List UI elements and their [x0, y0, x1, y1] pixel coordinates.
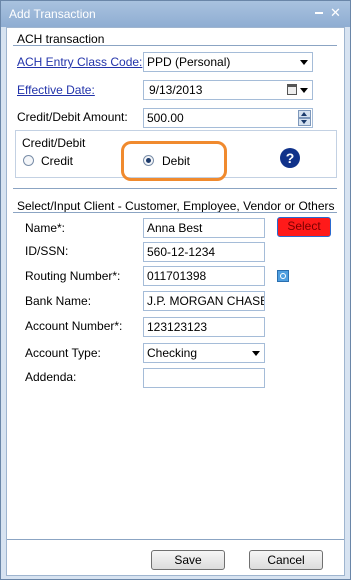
- section-divider: [13, 45, 337, 46]
- debit-radio[interactable]: [143, 155, 154, 166]
- help-icon[interactable]: ?: [280, 148, 300, 168]
- entry-class-select[interactable]: PPD (Personal): [143, 52, 313, 72]
- title-bar[interactable]: Add Transaction ✕: [1, 1, 350, 27]
- routing-number-label: Routing Number*:: [25, 269, 121, 283]
- search-icon[interactable]: [277, 270, 289, 282]
- client-section-title: Select/Input Client - Customer, Employee…: [17, 199, 335, 213]
- section-divider: [13, 212, 337, 213]
- account-type-select[interactable]: Checking: [143, 343, 265, 363]
- id-ssn-label: ID/SSN:: [25, 244, 69, 258]
- bank-name-label: Bank Name:: [25, 294, 92, 308]
- addenda-label: Addenda:: [25, 370, 77, 384]
- account-type-value: Checking: [147, 346, 198, 360]
- footer-divider: [7, 539, 344, 540]
- spin-buttons[interactable]: [298, 110, 311, 126]
- name-field[interactable]: Anna Best: [143, 218, 265, 238]
- ach-section-title: ACH transaction: [17, 32, 105, 46]
- close-button[interactable]: ✕: [330, 5, 341, 21]
- account-number-label: Account Number*:: [25, 319, 123, 333]
- effective-date-picker[interactable]: 9/13/2013: [143, 80, 313, 100]
- entry-class-label[interactable]: ACH Entry Class Code:: [17, 55, 142, 69]
- id-ssn-field[interactable]: 560-12-1234: [143, 242, 265, 262]
- amount-label: Credit/Debit Amount:: [17, 110, 128, 124]
- save-button[interactable]: Save: [151, 550, 225, 570]
- routing-number-value: 011701398: [147, 269, 207, 283]
- add-transaction-window: Add Transaction ✕ ACH transaction ACH En…: [0, 0, 351, 580]
- minimize-button[interactable]: [315, 12, 323, 14]
- cancel-button[interactable]: Cancel: [249, 550, 323, 570]
- credit-debit-title: Credit/Debit: [22, 136, 86, 150]
- spin-up-icon[interactable]: [298, 110, 311, 118]
- addenda-field[interactable]: [143, 368, 265, 388]
- select-client-button[interactable]: Select: [277, 217, 331, 237]
- name-value: Anna Best: [147, 221, 203, 235]
- effective-date-value: 9/13/2013: [149, 83, 203, 97]
- dialog-body: ACH transaction ACH Entry Class Code: PP…: [6, 27, 345, 576]
- chevron-down-icon[interactable]: [300, 88, 308, 93]
- credit-radio[interactable]: [23, 155, 34, 166]
- effective-date-label[interactable]: Effective Date:: [17, 83, 95, 97]
- name-label: Name*:: [25, 221, 66, 235]
- credit-label[interactable]: Credit: [41, 154, 73, 168]
- window-title: Add Transaction: [9, 7, 96, 21]
- amount-stepper[interactable]: 500.00: [143, 108, 313, 128]
- bank-name-value: J.P. MORGAN CHASE B: [147, 294, 265, 308]
- entry-class-value: PPD (Personal): [147, 55, 231, 69]
- calendar-icon[interactable]: [287, 84, 297, 95]
- routing-number-field[interactable]: 011701398: [143, 266, 265, 286]
- section-divider: [13, 188, 337, 189]
- spin-down-icon[interactable]: [298, 118, 311, 126]
- bank-name-field[interactable]: J.P. MORGAN CHASE B: [143, 291, 265, 311]
- debit-label[interactable]: Debit: [162, 154, 190, 168]
- id-ssn-value: 560-12-1234: [147, 245, 216, 259]
- account-number-field[interactable]: 123123123: [143, 317, 265, 337]
- chevron-down-icon: [300, 60, 308, 65]
- account-type-label: Account Type:: [25, 346, 101, 360]
- amount-value: 500.00: [147, 111, 184, 125]
- account-number-value: 123123123: [147, 320, 208, 334]
- chevron-down-icon: [252, 351, 260, 356]
